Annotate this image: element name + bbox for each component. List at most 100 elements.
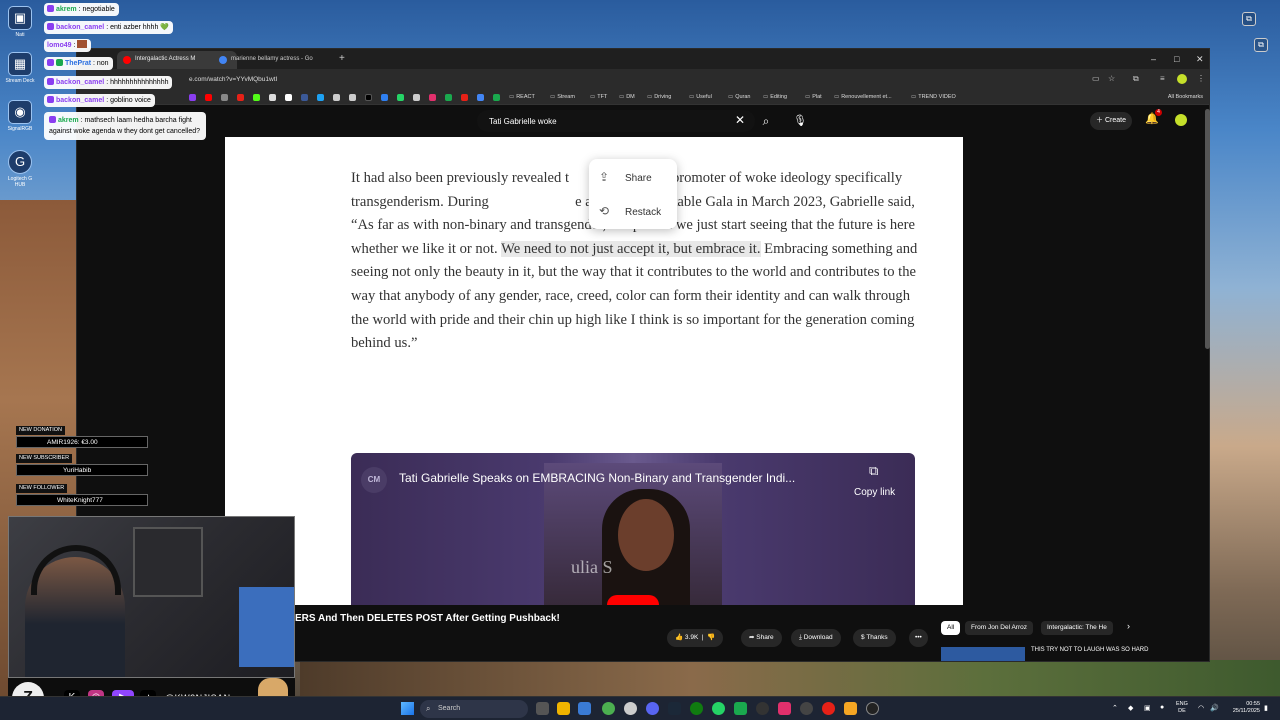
bookmark-folder-plat[interactable]: Plat <box>805 94 821 100</box>
tab-google-search[interactable]: marienne bellamy actress - Go <box>213 51 337 69</box>
bookmark-icon[interactable] <box>349 94 356 101</box>
tray-app-icon[interactable]: ◆ <box>1128 704 1133 712</box>
app-icon[interactable] <box>844 702 857 715</box>
wifi-icon[interactable]: ◠ <box>1198 704 1204 712</box>
bookmark-icon[interactable] <box>477 94 484 101</box>
bookmark-folder-quran[interactable]: Quran <box>728 94 750 100</box>
bookmark-icon[interactable] <box>493 94 500 101</box>
tray-app-icon[interactable]: ● <box>1160 704 1164 711</box>
sidebar-icon[interactable]: ≡ <box>1160 74 1165 83</box>
search-icon[interactable]: ⌕ <box>755 110 777 132</box>
desktop-icon-signalrgb[interactable]: ◉ SignalRGB <box>5 100 35 132</box>
maximize-icon[interactable]: □ <box>1174 54 1179 64</box>
obs-icon[interactable] <box>756 702 769 715</box>
notification-icon[interactable]: ▮ <box>1264 704 1268 712</box>
microphone-icon[interactable]: 🎙 <box>789 110 811 132</box>
bookmark-icon[interactable] <box>461 94 468 101</box>
bookmark-icon[interactable] <box>333 94 340 101</box>
all-bookmarks-button[interactable]: All Bookmarks <box>1168 94 1203 100</box>
url-field[interactable]: e.com/watch?v=YYvMQbu1wtI <box>189 76 277 83</box>
taskbar-search[interactable]: ⌕ Search <box>420 700 528 718</box>
task-view-icon[interactable] <box>536 702 549 715</box>
more-actions-button[interactable]: ••• <box>909 629 928 647</box>
chevron-right-icon[interactable]: › <box>1127 621 1130 631</box>
bookmark-icon[interactable] <box>285 94 292 101</box>
avatar[interactable] <box>1175 114 1187 126</box>
tray-app-icon[interactable]: ▣ <box>1144 704 1151 712</box>
desktop-icon-nati[interactable]: ▣ Nati <box>5 6 35 38</box>
desktop-icon-stream-deck[interactable]: ▦ Stream Deck <box>5 52 35 84</box>
download-button[interactable]: ⤓ Download <box>791 629 841 647</box>
bookmark-folder-driving[interactable]: Driving <box>647 94 671 100</box>
youtube-bookmark-icon[interactable] <box>205 94 212 101</box>
bookmark-icon[interactable] <box>397 94 404 101</box>
restack-menu-item[interactable]: ⟲ Restack <box>599 201 661 221</box>
bookmark-icon[interactable] <box>301 94 308 101</box>
overlay-button-2[interactable]: ⧉ <box>1254 38 1268 52</box>
cast-icon[interactable]: ▭ <box>1092 74 1100 83</box>
copy-icon[interactable]: ⧉ <box>869 463 878 479</box>
play-button[interactable] <box>607 595 659 605</box>
chip-from-channel[interactable]: From Jon Del Arroz <box>965 621 1033 635</box>
clear-search-icon[interactable]: ✕ <box>735 113 745 127</box>
app-icon[interactable] <box>734 702 747 715</box>
steam-icon[interactable] <box>668 702 681 715</box>
bookmark-icon[interactable] <box>445 94 452 101</box>
app-icon[interactable] <box>822 702 835 715</box>
bookmark-icon[interactable] <box>429 94 436 101</box>
bookmark-folder-useful[interactable]: Useful <box>689 94 712 100</box>
bookmark-icon[interactable] <box>221 94 228 101</box>
tiktok-bookmark-icon[interactable] <box>365 94 372 101</box>
app-icon[interactable] <box>866 702 879 715</box>
bookmark-icon[interactable] <box>381 94 388 101</box>
share-button[interactable]: ➦ Share <box>741 629 782 647</box>
extensions-icon[interactable]: ⧉ <box>1133 74 1139 84</box>
language-indicator[interactable]: ENG DE <box>1176 701 1188 715</box>
app-icon[interactable] <box>624 702 637 715</box>
app-icon[interactable] <box>778 702 791 715</box>
windows-start-icon[interactable] <box>401 702 414 715</box>
copy-link-button[interactable]: Copy link <box>854 487 895 498</box>
bookmark-icon[interactable] <box>317 94 324 101</box>
overlay-button-1[interactable]: ⧉ <box>1242 12 1256 26</box>
twitch-bookmark-icon[interactable] <box>189 94 196 101</box>
scrollbar[interactable] <box>1205 109 1210 349</box>
recommended-thumbnail[interactable] <box>941 647 1025 661</box>
highlighted-quote[interactable]: We need to not just accept it, but embra… <box>501 240 761 257</box>
whatsapp-icon[interactable] <box>712 702 725 715</box>
bookmark-star-icon[interactable]: ☆ <box>1108 74 1115 83</box>
menu-kebab-icon[interactable]: ⋮ <box>1197 74 1205 83</box>
file-explorer-icon[interactable] <box>557 702 570 715</box>
search-input[interactable]: Tati Gabrielle woke ✕ <box>477 110 755 132</box>
bookmark-folder-react[interactable]: REACT <box>509 94 535 100</box>
chrome-icon[interactable] <box>602 702 615 715</box>
volume-icon[interactable]: 🔊 <box>1210 704 1219 712</box>
close-window-icon[interactable]: ✕ <box>1196 54 1204 65</box>
share-menu-item[interactable]: ⇪ Share <box>599 167 652 187</box>
bookmark-folder-renouvellement[interactable]: Renouvellement et... <box>834 94 891 100</box>
bookmark-folder-dm[interactable]: DM <box>619 94 635 100</box>
bookmark-folder-editing[interactable]: Editing <box>763 94 787 100</box>
new-tab-button[interactable]: + <box>339 53 345 64</box>
channel-avatar[interactable]: CM <box>361 467 387 493</box>
bookmark-folder-trend-video[interactable]: TREND VIDEO <box>911 94 956 100</box>
app-icon[interactable] <box>800 702 813 715</box>
thanks-button[interactable]: $ Thanks <box>853 629 896 647</box>
embed-video-title[interactable]: Tati Gabrielle Speaks on EMBRACING Non-B… <box>399 471 795 485</box>
bookmark-icon[interactable] <box>269 94 276 101</box>
chip-all[interactable]: All <box>941 621 961 635</box>
create-button[interactable]: ＋ Create <box>1090 112 1132 130</box>
app-icon[interactable] <box>578 702 591 715</box>
desktop-icon-logitech[interactable]: G Logitech G HUB <box>5 150 35 188</box>
discord-icon[interactable] <box>646 702 659 715</box>
kick-bookmark-icon[interactable] <box>253 94 260 101</box>
profile-icon[interactable] <box>1177 74 1187 84</box>
tray-arrow-icon[interactable]: ⌃ <box>1112 704 1118 712</box>
minimize-icon[interactable]: – <box>1151 54 1156 64</box>
xbox-icon[interactable] <box>690 702 703 715</box>
chip-intergalactic[interactable]: Intergalactic: The He <box>1041 621 1113 635</box>
recommended-title[interactable]: THIS TRY NOT TO LAUGH WAS SO HARD <box>1031 647 1148 653</box>
system-clock[interactable]: 00:55 25/11/2025 <box>1222 701 1260 715</box>
like-button[interactable]: 👍 3.9K | 👎 <box>667 629 724 647</box>
bookmark-folder-tft[interactable]: TFT <box>590 94 607 100</box>
